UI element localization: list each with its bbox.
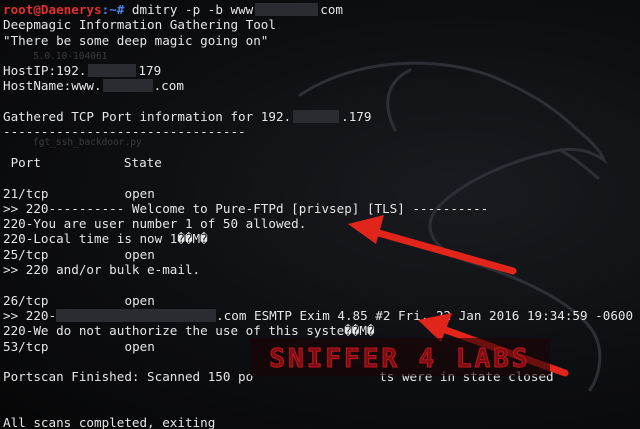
- host-name-line: HostName:www. .com: [3, 78, 639, 93]
- smtp-bulk-line: >> 220 and/or bulk e-mail.: [3, 262, 201, 278]
- port-21: 21/tcp: [3, 185, 49, 201]
- command-prefix: dmitry -p -b www: [131, 2, 254, 17]
- gathered-suffix: .179: [341, 109, 372, 125]
- host-ip-line: HostIP:192. 179: [3, 63, 639, 78]
- sniffer-labs-logo: SNIFFER 4 LABS: [250, 338, 550, 376]
- port-26-line: 26/tcp open: [3, 293, 639, 308]
- port-21-state: open: [124, 185, 155, 201]
- exim-line: >> 220- .com ESMTP Exim 4.85 #2 Fri, 22 J…: [3, 308, 639, 323]
- port-25-state: open: [124, 246, 155, 262]
- redacted-block: [255, 3, 319, 16]
- separator-line: --------------------------------: [3, 124, 246, 140]
- watermark-text: SNIFFER 4 LABS: [269, 344, 530, 374]
- ftp-banner-line: >> 220---------- Welcome to Pure-FTPd [p…: [3, 200, 489, 216]
- port-53: 53/tcp: [3, 338, 49, 354]
- port-21-line: 21/tcp open: [3, 186, 639, 201]
- redacted-block: [88, 64, 137, 78]
- exim-prefix: >> 220-: [3, 307, 57, 323]
- command-line: root@Daenerys:~# dmitry -p -b www com: [3, 2, 639, 17]
- header-port: Port: [3, 154, 41, 170]
- gathered-line: Gathered TCP Port information for 192. .1…: [3, 109, 639, 124]
- redacted-block: [293, 110, 340, 124]
- host-ip-suffix: 179: [138, 63, 162, 79]
- tagline-line: "There be some deep magic going on": [3, 32, 269, 48]
- header-line: Port State: [3, 155, 639, 170]
- header-state: State: [123, 154, 162, 170]
- terminal-window[interactable]: 5.0.10-104061 fgt_ssh_backdoor.py root@D…: [0, 0, 640, 429]
- port-25-line: 25/tcp open: [3, 247, 639, 262]
- ftp-time-line: 220-Local time is now 1��M�: [3, 231, 208, 247]
- tool-name-line: Deepmagic Information Gathering Tool: [3, 17, 276, 33]
- portscan-prefix: Portscan Finished: Scanned 150 po: [3, 369, 254, 385]
- port-26-state: open: [124, 292, 155, 308]
- gathered-prefix: Gathered TCP Port information for 192.: [3, 109, 292, 125]
- host-ip-prefix: HostIP:192.: [3, 63, 87, 79]
- redacted-block: [102, 79, 153, 93]
- port-26: 26/tcp: [3, 292, 49, 308]
- ftp-user-line: 220-You are user number 1 of 50 allowed.: [3, 216, 307, 232]
- host-name-suffix: .com: [153, 78, 184, 94]
- redacted-block: [56, 308, 217, 322]
- command-suffix: com: [320, 2, 343, 17]
- host-name-prefix: HostName:www.: [3, 78, 102, 94]
- completed-line: All scans completed, exiting: [3, 415, 216, 429]
- port-53-state: open: [124, 338, 155, 354]
- prompt-path: :~#: [101, 2, 125, 17]
- exim-suffix: .com ESMTP Exim 4.85 #2 Fri, 22 Jan 2016…: [216, 307, 634, 323]
- prompt-user-host: root@Daenerys: [3, 2, 102, 17]
- port-25: 25/tcp: [3, 246, 49, 262]
